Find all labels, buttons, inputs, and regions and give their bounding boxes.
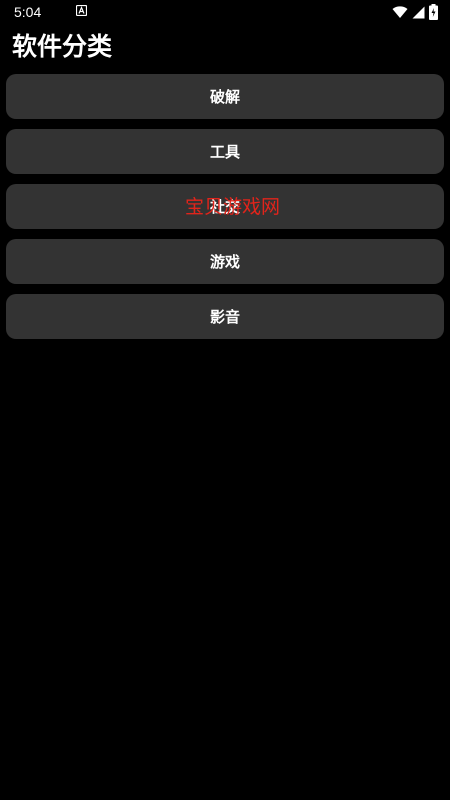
status-icons [392,4,438,20]
category-button-tools[interactable]: 工具 [6,129,444,174]
category-list: 破解 工具 社交 游戏 影音 [6,74,444,339]
category-button-crack[interactable]: 破解 [6,74,444,119]
category-button-games[interactable]: 游戏 [6,239,444,284]
page-title: 软件分类 [12,32,113,61]
category-button-social[interactable]: 社交 [6,184,444,229]
signal-icon [412,6,425,18]
status-bar: 5:04 [0,0,450,24]
battery-icon [429,4,438,20]
category-button-media[interactable]: 影音 [6,294,444,339]
status-time: 5:04 [14,4,42,20]
notification-icon [76,5,87,16]
wifi-icon [392,6,408,18]
